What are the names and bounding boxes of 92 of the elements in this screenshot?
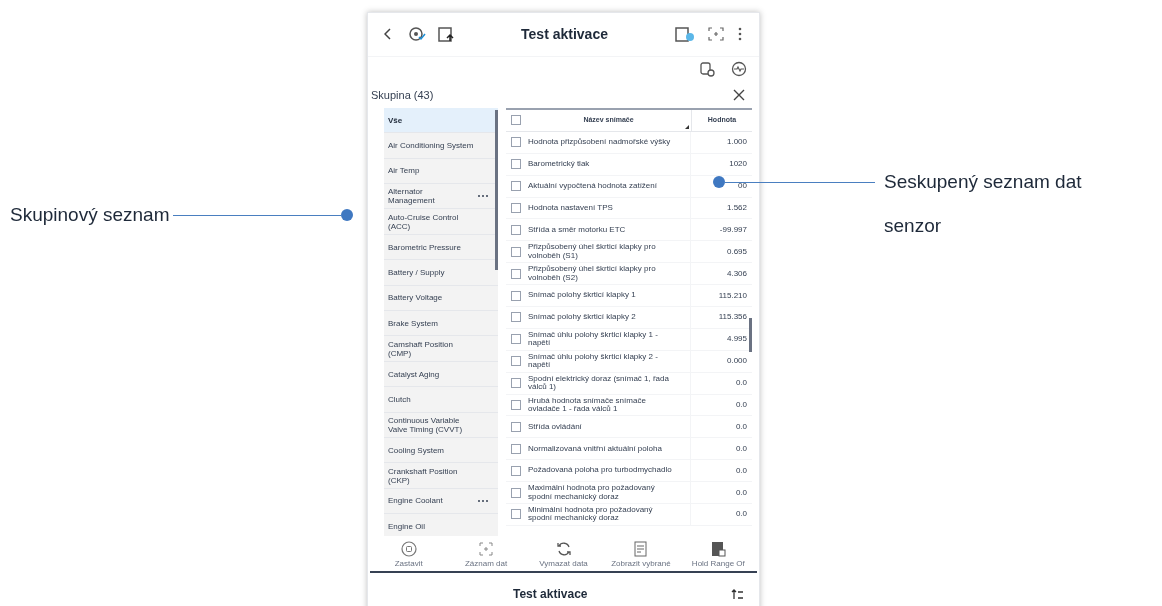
toolbar-button[interactable]: Zastavit <box>370 540 448 572</box>
lock-document-icon <box>709 540 728 559</box>
sensor-name: Hrubá hodnota snímače snímače ovladače 1 - řada válců 1 <box>527 396 647 414</box>
group-list-item[interactable]: Engine Coolant <box>384 488 498 515</box>
row-checkbox[interactable] <box>511 290 521 301</box>
row-checkbox[interactable] <box>511 378 521 389</box>
row-checkbox[interactable] <box>511 356 521 367</box>
toolbar-button[interactable]: Hold Range Of <box>679 540 758 572</box>
row-checkbox[interactable] <box>511 203 521 213</box>
callout-label: Seskupený seznam dat senzor <box>884 170 1083 238</box>
group-list-item[interactable]: Brake System <box>384 311 498 337</box>
row-checkbox[interactable] <box>511 509 521 520</box>
sort-icon[interactable] <box>685 124 689 129</box>
close-button[interactable] <box>733 88 747 103</box>
sensor-value: 4.306 <box>726 267 747 280</box>
callout-label: Skupinový seznam <box>10 203 170 227</box>
scrollbar[interactable] <box>495 109 498 270</box>
sensor-name: Snímač polohy škrticí klapky 2 <box>527 313 636 322</box>
sensor-name: Přizpůsobený úhel škrticí klapky pro volnoběh (S2) <box>527 265 657 283</box>
sensor-value: 115.356 <box>718 311 747 324</box>
sensor-name: Hodnota nastavení TPS <box>527 203 613 213</box>
toolbar-button[interactable]: Záznam dat <box>447 540 525 572</box>
group-list-item[interactable]: Catalyst Aging <box>384 361 498 388</box>
sensor-value: -99.997 <box>719 223 747 236</box>
calendar-badge-icon[interactable] <box>675 25 695 44</box>
group-list-item[interactable]: Camshaft Position (CMP) <box>384 336 498 362</box>
sensor-name: Maximální hodnota pro požadovaný spodní mechanický doraz <box>527 484 656 502</box>
group-list-item[interactable]: Cooling System <box>384 438 498 464</box>
sensor-value: 4.995 <box>726 333 747 346</box>
sensor-value: 1.000 <box>726 136 747 149</box>
sensor-value: 1020 <box>729 158 747 171</box>
sensor-name: Snímač úhlu polohy škrticí klapky 2 - napětí <box>527 352 659 370</box>
footer-title: Test aktivace <box>513 586 588 604</box>
row-checkbox[interactable] <box>511 312 521 323</box>
sensor-value: 0.000 <box>726 355 747 368</box>
stop-icon <box>399 540 418 559</box>
focus-frame-icon[interactable] <box>707 26 725 43</box>
sensor-name: Hodnota přizpůsobení nadmořské výšky <box>527 138 671 147</box>
row-checkbox[interactable] <box>511 334 521 345</box>
group-list-item[interactable]: Clutch <box>384 387 498 413</box>
toolbar-button[interactable]: Zobrazit vybrané <box>602 540 680 572</box>
group-list-item[interactable]: Continuous Variable Valve Timing (CVVT) <box>384 412 498 438</box>
group-list-item[interactable]: Crankshaft Position (CKP) <box>384 463 498 489</box>
sensor-value: 1.562 <box>726 202 747 214</box>
sensor-name: Střída ovládání <box>527 422 582 432</box>
row-checkbox[interactable] <box>511 443 521 454</box>
row-checkbox[interactable] <box>511 421 521 432</box>
sensor-value: 0.0 <box>735 377 747 390</box>
sensor-name: Spodní elektrický doraz (snímač 1, řada válců 1) <box>527 374 670 392</box>
row-checkbox[interactable] <box>511 159 521 170</box>
row-checkbox[interactable] <box>511 246 521 257</box>
sensor-name: Střída a směr motorku ETC <box>527 225 626 235</box>
row-checkbox[interactable] <box>511 465 521 476</box>
screen-title: Test aktivace <box>520 24 609 44</box>
more-vertical-icon[interactable] <box>737 27 743 42</box>
sensor-name: Snímač polohy škrticí klapky 1 <box>527 291 636 300</box>
sensor-name: Přizpůsobený úhel škrticí klapky pro volnoběh (S1) <box>527 243 657 261</box>
row-checkbox[interactable] <box>511 181 521 192</box>
sensor-name: Barometrický tlak <box>527 160 590 169</box>
toolbar-button[interactable]: Vymazat data <box>524 540 603 572</box>
sensor-value: 0.0 <box>735 399 747 412</box>
sensor-name: Aktuální vypočtená hodnota zatížení <box>527 181 657 191</box>
sensor-value: 0.0 <box>735 420 747 433</box>
sensor-name: Požadovaná poloha pro turbodmychadlo <box>527 466 672 475</box>
scrollbar[interactable] <box>749 317 752 352</box>
list-document-icon <box>631 540 650 559</box>
row-checkbox[interactable] <box>511 137 521 148</box>
vehicle-clock-icon[interactable] <box>699 61 715 78</box>
row-checkbox[interactable] <box>511 268 521 279</box>
select-all-checkbox[interactable] <box>511 115 521 126</box>
group-list-item[interactable]: Engine Oil <box>384 514 498 536</box>
row-checkbox[interactable] <box>511 487 521 498</box>
row-checkbox[interactable] <box>511 400 521 411</box>
document-upload-icon[interactable] <box>438 25 454 44</box>
sensor-value: 0.695 <box>726 245 747 258</box>
focus-frame-icon <box>477 540 496 559</box>
sensor-value: 0.0 <box>735 442 747 455</box>
group-panel-title: Skupina (43) <box>371 87 434 103</box>
sensor-value: 0.0 <box>735 486 747 499</box>
sensor-value: 0.0 <box>735 464 747 477</box>
sensor-value: 0.0 <box>735 508 747 521</box>
sensor-value: 115.210 <box>718 289 747 302</box>
group-list-item[interactable]: Battery Voltage <box>384 285 498 312</box>
sensor-name: Minimální hodnota pro požadovaný spodní mechanický doraz <box>527 506 654 523</box>
group-list-item[interactable]: Vše <box>384 107 498 134</box>
row-checkbox[interactable] <box>511 224 521 235</box>
sensor-value: 00 <box>738 180 747 193</box>
gauge-icon[interactable] <box>731 61 747 78</box>
sensor-name: Normalizovaná vnitřní aktuální poloha <box>527 444 662 454</box>
collapse-icon[interactable] <box>731 588 743 601</box>
gear-check-icon[interactable] <box>408 25 426 44</box>
sensor-name: Snímač úhlu polohy škrticí klapky 1 - napětí <box>527 330 659 348</box>
